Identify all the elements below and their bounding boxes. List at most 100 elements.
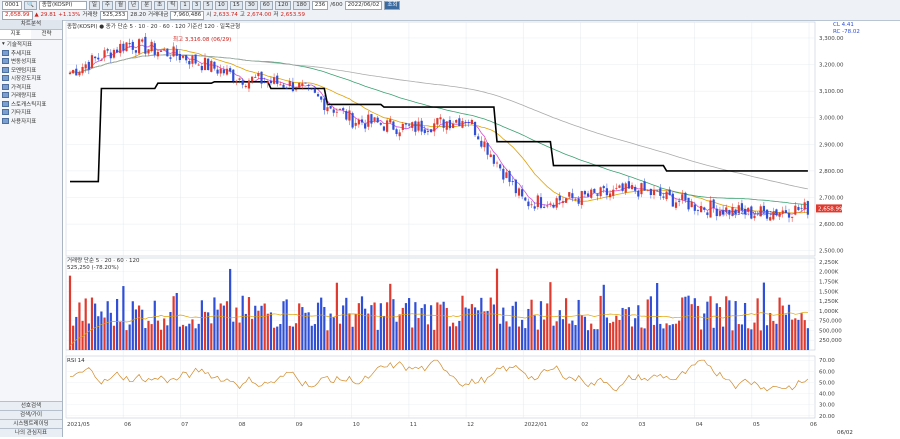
rsi-tick-label: 30.00 <box>819 403 835 409</box>
interval-30-button[interactable]: 30 <box>244 0 258 10</box>
candle-body <box>643 181 646 191</box>
interval-180-button[interactable]: 180 <box>293 0 310 10</box>
volume-bar <box>646 299 649 350</box>
candle-body <box>429 129 433 133</box>
interval-5-button[interactable]: 5 <box>203 0 213 10</box>
candle-body <box>225 68 229 75</box>
high-annotation: 최고 3,316.08 (06/29) <box>173 35 231 43</box>
system-trading-button[interactable]: 시스템트레이딩 <box>0 419 62 428</box>
period-day-button[interactable]: 일 <box>88 0 100 10</box>
volume-bar <box>269 312 273 350</box>
candle-body <box>533 206 536 209</box>
period-minute-button[interactable]: 분 <box>141 0 153 10</box>
volume-bar <box>115 298 119 350</box>
chart-area[interactable]: 3,300.00 3,200.00 3,100.00 3,000.00 2,900.00… <box>63 20 900 437</box>
volume-bar <box>156 320 160 350</box>
candle-body <box>781 210 784 214</box>
view-button[interactable]: 조회 <box>384 0 401 10</box>
volume-bar <box>144 328 147 350</box>
candle-body <box>436 118 439 125</box>
my-indicators-button[interactable]: 나의 관심지표 <box>0 428 62 437</box>
candle-body <box>618 185 621 188</box>
volume-bar <box>141 309 144 350</box>
candle-body <box>207 58 210 70</box>
folder-icon <box>2 49 9 56</box>
period-year-button[interactable]: 년 <box>128 0 140 10</box>
tree-item-momentum[interactable]: 모멘텀지표 <box>2 66 62 75</box>
interval-3-button[interactable]: 3 <box>191 0 202 10</box>
candle-body <box>624 183 627 193</box>
candle-body <box>87 61 90 70</box>
candle-body <box>84 64 87 69</box>
volume-bar <box>320 297 323 350</box>
interval-15-button[interactable]: 15 <box>229 0 243 10</box>
candle-body <box>599 187 602 197</box>
candle-body <box>543 206 546 208</box>
volume-bar <box>285 299 288 350</box>
tree-item-volume[interactable]: 거래량지표 <box>2 91 62 100</box>
candle-body <box>181 55 185 58</box>
period-month-button[interactable]: 월 <box>114 0 127 10</box>
candle-body <box>489 154 492 157</box>
toolbar-row-1: 0001 🔍 종합(KOSPI) 일 주 월 년 분 초 틱 1 3 5 10 … <box>0 0 401 10</box>
volume-bar <box>665 323 668 350</box>
candle-body <box>693 204 696 211</box>
favorite-search-button[interactable]: 선호검색 <box>0 401 62 410</box>
volume-bar <box>329 313 332 350</box>
volume-bar <box>524 328 527 350</box>
candle-body <box>282 84 285 88</box>
candle-body <box>480 140 483 147</box>
price-tick-label: 2,900.00 <box>819 142 844 148</box>
tree-item-volatility[interactable]: 변동성지표 <box>2 57 62 66</box>
period-second-button[interactable]: 초 <box>154 0 166 10</box>
interval-120-button[interactable]: 120 <box>274 0 292 10</box>
search-guide-button[interactable]: 검색/가이 <box>0 410 62 419</box>
rc-readout: RC -78.02 <box>833 29 860 35</box>
volume-bar <box>756 298 759 350</box>
tree-item-price[interactable]: 가격지표 <box>2 83 62 92</box>
tree-section-technical[interactable]: ▾ 기술적지표 <box>2 40 62 49</box>
stock-chart[interactable]: 3,300.00 3,200.00 3,100.00 3,000.00 2,900.00… <box>63 20 900 437</box>
count-input[interactable]: 236 <box>311 0 329 10</box>
volume-bar <box>674 323 678 350</box>
candle-body <box>700 205 703 213</box>
volume-bar <box>564 298 568 350</box>
search-icon[interactable]: 🔍 <box>24 0 37 10</box>
volume-bar <box>213 297 216 350</box>
tree-item-other[interactable]: 기타지표 <box>2 108 62 117</box>
interval-60-button[interactable]: 60 <box>259 0 273 10</box>
tree-item-user[interactable]: 사용자지표 <box>2 117 62 126</box>
code-input[interactable]: 0001 <box>2 0 22 10</box>
volume-bar <box>106 301 109 350</box>
period-week-button[interactable]: 주 <box>101 0 113 10</box>
period-tick-button[interactable]: 틱 <box>167 0 179 10</box>
candle-body <box>370 114 373 124</box>
candle-body <box>411 122 414 128</box>
candle-body <box>364 123 367 129</box>
tree-item-stochastic[interactable]: 스토캐스틱지표 <box>2 100 62 109</box>
tab-indicators[interactable]: 지표 <box>0 30 31 39</box>
candle-body <box>342 108 345 111</box>
tree-item-market-strength[interactable]: 시장강도지표 <box>2 74 62 83</box>
candle-body <box>608 193 612 198</box>
folder-icon <box>2 100 9 107</box>
price-tick-label: 2,700.00 <box>819 196 844 202</box>
volume-bar <box>112 325 116 350</box>
interval-10-button[interactable]: 10 <box>214 0 228 10</box>
candle-body <box>398 132 401 137</box>
tree-item-label: 가격지표 <box>11 84 32 91</box>
interval-1-button[interactable]: 1 <box>180 0 190 10</box>
volume-bar <box>477 310 480 350</box>
date-input[interactable]: 2022/06/02 <box>344 0 383 10</box>
tab-strategy[interactable]: 전략 <box>31 30 62 39</box>
candle-body <box>392 121 395 130</box>
tree-item-trend[interactable]: 추세지표 <box>2 49 62 58</box>
volume-bar <box>326 330 329 350</box>
volume-bar <box>794 318 797 350</box>
volume-bar <box>159 329 163 350</box>
candle-body <box>715 208 718 217</box>
candle-body <box>577 198 580 204</box>
candle-body <box>602 186 605 189</box>
volume-bar <box>731 330 734 350</box>
candle-body <box>555 198 558 208</box>
